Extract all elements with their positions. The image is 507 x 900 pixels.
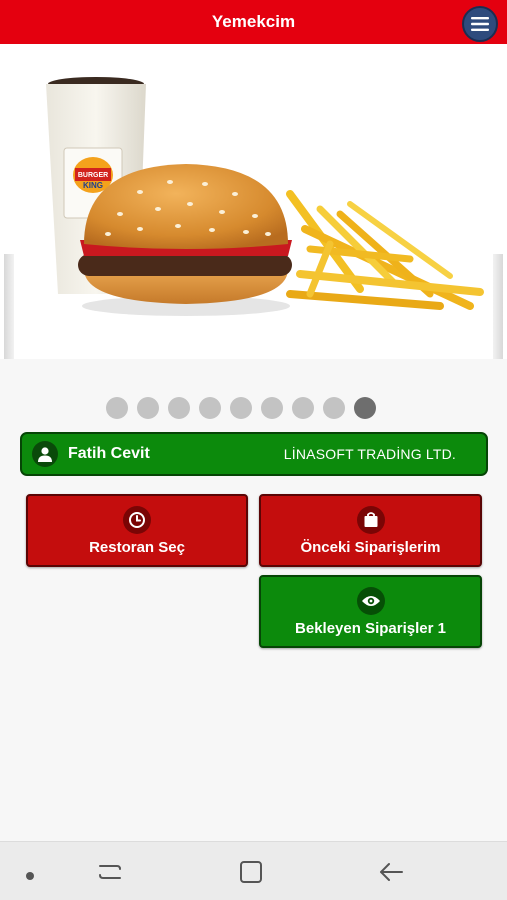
previous-orders-button[interactable]: Önceki Siparişlerim [259, 494, 482, 567]
user-name: Fatih Cevit [68, 445, 150, 462]
carousel-dot[interactable] [168, 397, 190, 419]
burger-king-menu-photo: BURGER KING [46, 77, 484, 316]
select-restaurant-label: Restoran Seç [89, 538, 185, 556]
user-icon [32, 441, 58, 467]
back-icon[interactable] [378, 860, 406, 889]
carousel-dot[interactable] [323, 397, 345, 419]
cup-logo-line-1: BURGER [78, 172, 108, 179]
carousel-dot[interactable] [230, 397, 252, 419]
shopping-bag-icon [356, 505, 385, 534]
clock-icon [123, 505, 151, 534]
user-info-bar: Fatih Cevit LİNASOFT TRADİNG LTD. [20, 432, 488, 476]
carousel-pager [106, 397, 376, 419]
carousel-dot[interactable] [137, 397, 159, 419]
previous-orders-label: Önceki Siparişlerim [300, 538, 441, 556]
eye-icon [356, 586, 385, 615]
carousel-dot[interactable] [106, 397, 128, 419]
pending-orders-button[interactable]: Bekleyen Siparişler 1 [259, 575, 482, 648]
dot-icon [25, 868, 35, 886]
recent-apps-icon[interactable] [97, 861, 123, 888]
carousel-dot[interactable] [199, 397, 221, 419]
carousel-dot[interactable] [261, 397, 283, 419]
promo-banner[interactable]: BURGER KING [0, 44, 507, 359]
company-name: LİNASOFT TRADİNG LTD. [283, 446, 456, 462]
pending-orders-label: Bekleyen Siparişler 1 [295, 619, 446, 637]
carousel-dot-active[interactable] [354, 397, 376, 419]
app-bar: Yemekcim [0, 0, 507, 44]
menu-button[interactable] [462, 6, 498, 42]
app-title: Yemekcim [211, 12, 296, 31]
hamburger-menu-icon [471, 17, 489, 31]
carousel-dot[interactable] [292, 397, 314, 419]
home-icon[interactable] [238, 860, 264, 889]
cup-logo-line-2: KING [83, 181, 103, 190]
system-nav-bar [0, 841, 507, 900]
select-restaurant-button[interactable]: Restoran Seç [26, 494, 248, 567]
